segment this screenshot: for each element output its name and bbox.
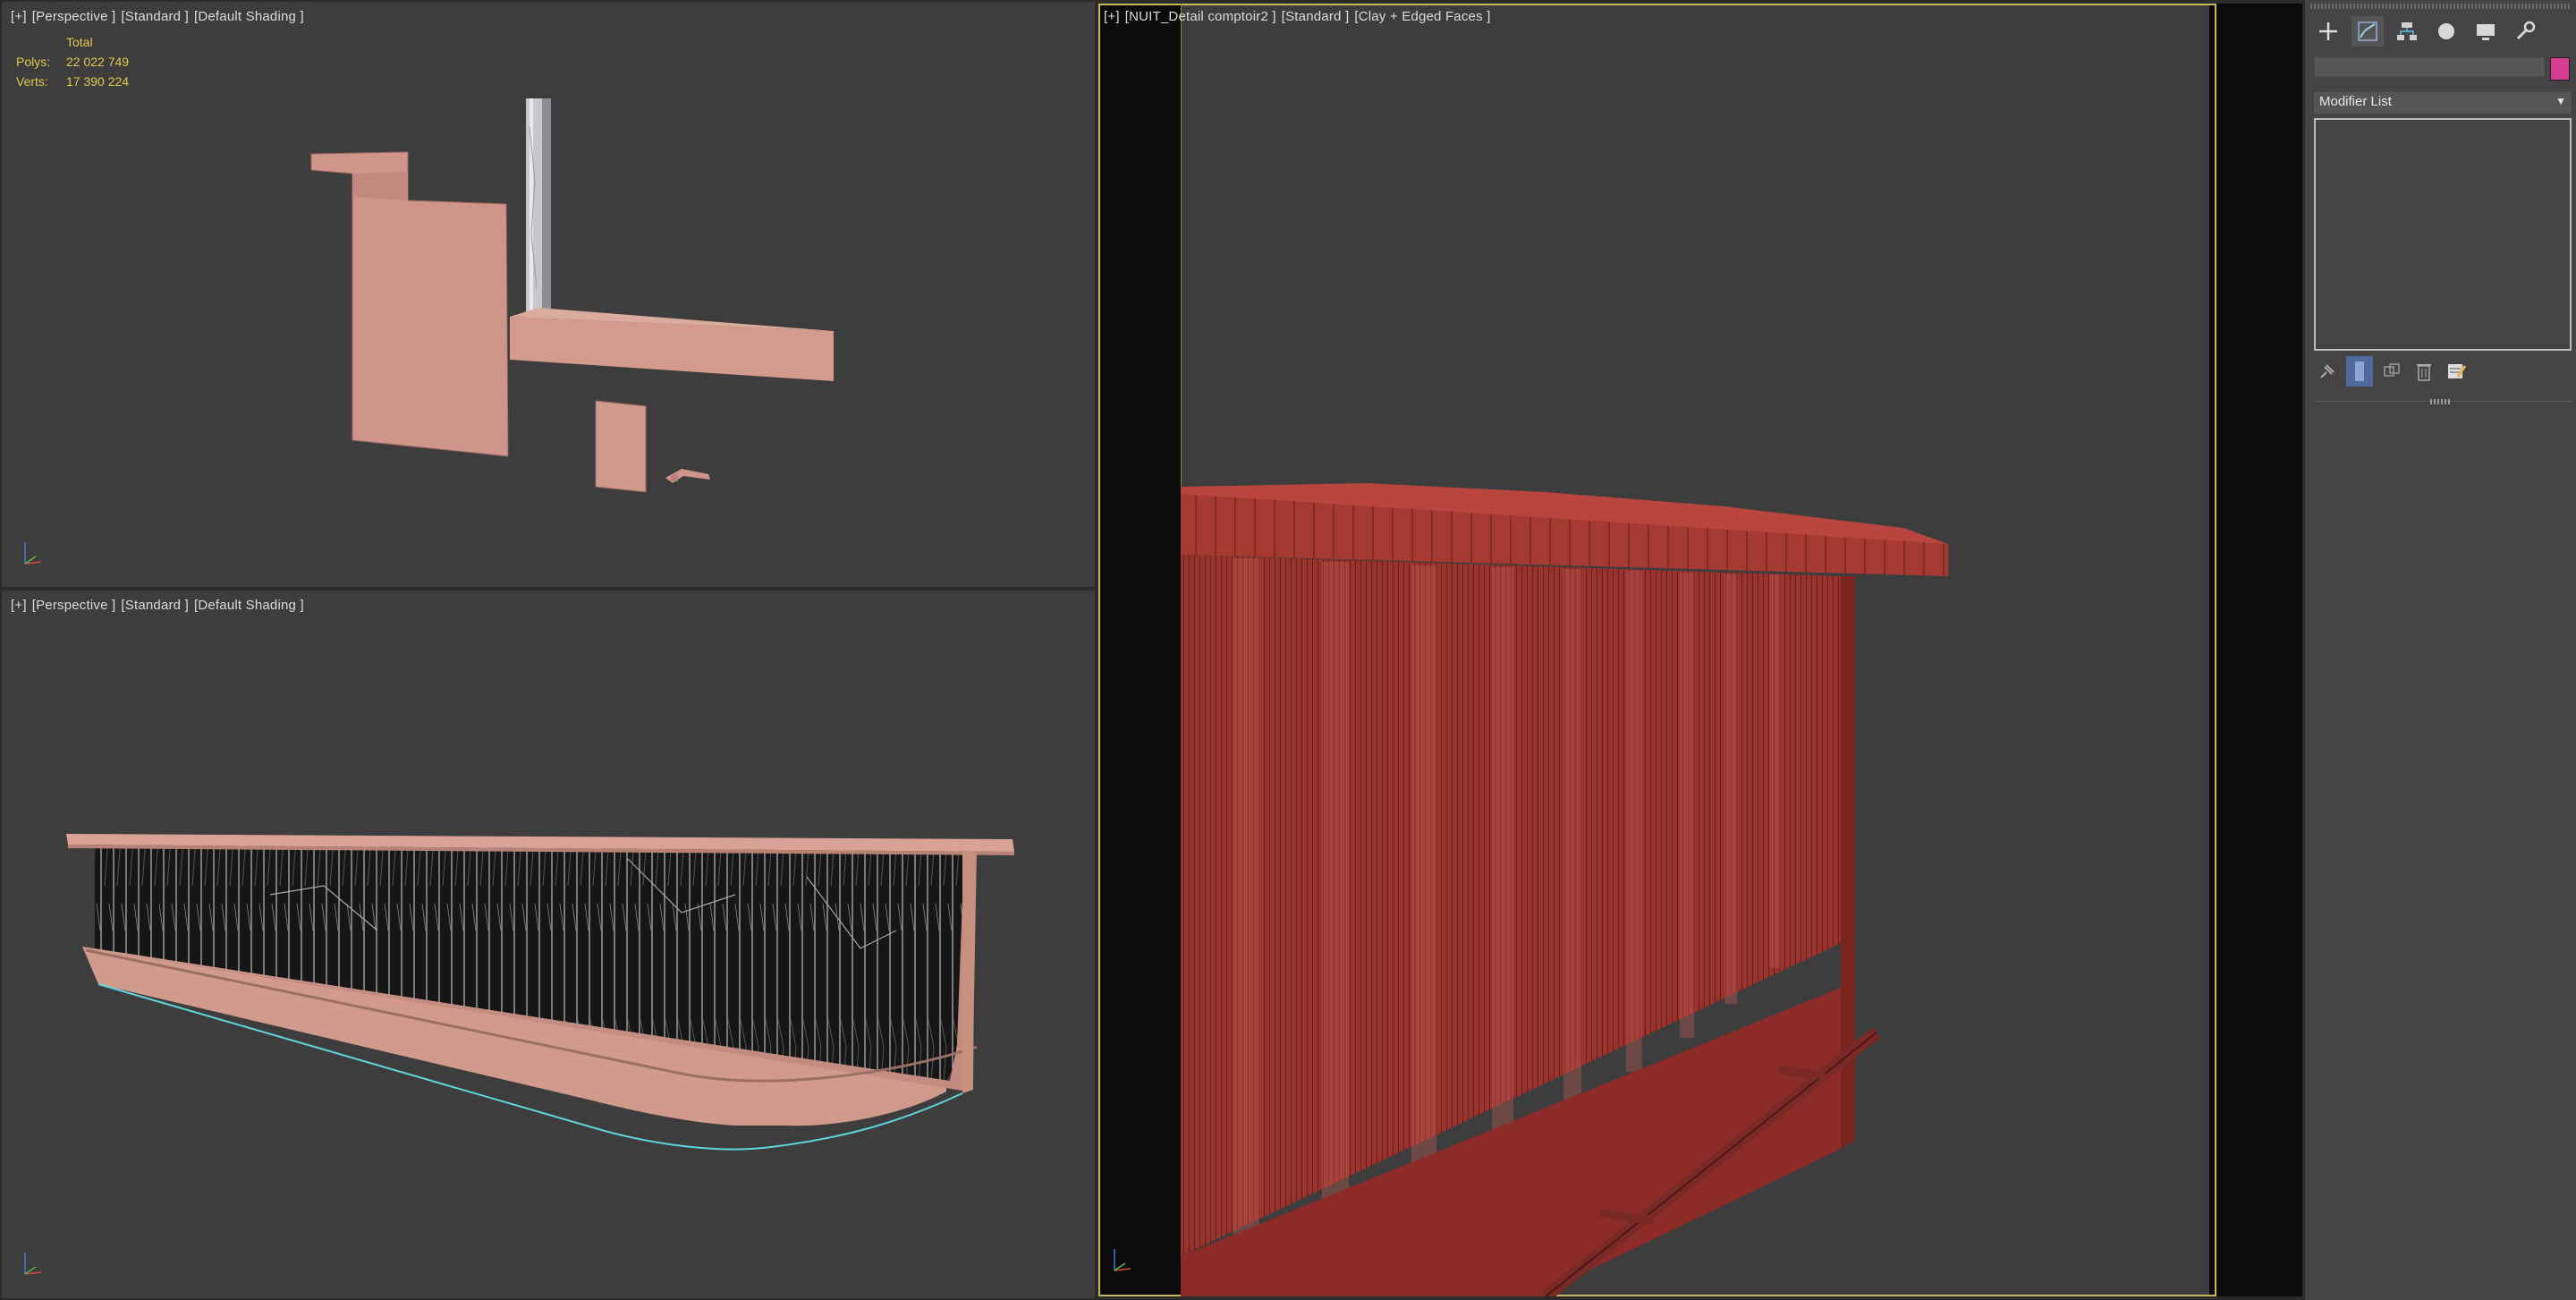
axis-gizmo-icon — [1114, 1249, 1131, 1271]
rollout-resize-grip[interactable] — [2430, 399, 2452, 404]
utilities-tab[interactable] — [2509, 16, 2541, 47]
create-icon — [2319, 22, 2337, 40]
hierarchy-icon — [2397, 22, 2417, 40]
modify-icon — [2358, 21, 2377, 41]
object-name-field[interactable] — [2314, 57, 2545, 77]
modifier-list-label: Modifier List — [2319, 94, 2392, 109]
bar-counter-model[interactable] — [2, 591, 1095, 1298]
display-icon — [2477, 24, 2495, 40]
make-unique-button[interactable] — [2378, 356, 2405, 387]
object-color-swatch[interactable] — [2550, 57, 2570, 81]
remove-modifier-button[interactable] — [2411, 356, 2437, 387]
command-panel: Modifier List ▼ — [2305, 0, 2576, 1300]
display-tab[interactable] — [2470, 16, 2502, 47]
remove-modifier-icon — [2417, 364, 2431, 381]
bar-counter-closeup-wire[interactable] — [1098, 4, 2213, 1296]
modifier-stack-toolbar — [2314, 356, 2470, 387]
pin-stack-icon — [2320, 364, 2334, 378]
panel-grip[interactable] — [2310, 4, 2571, 9]
motion-icon — [2438, 23, 2454, 39]
make-unique-icon — [2384, 363, 2400, 377]
axis-gizmo-icon — [24, 1253, 42, 1275]
modify-tab[interactable] — [2351, 16, 2384, 47]
show-end-result-icon — [2355, 361, 2364, 381]
modifier-list-dropdown[interactable]: Modifier List ▼ — [2314, 92, 2572, 114]
utilities-icon — [2516, 21, 2536, 40]
motion-tab[interactable] — [2430, 16, 2462, 47]
pin-stack-button[interactable] — [2314, 356, 2341, 387]
command-panel-tabs — [2312, 16, 2541, 47]
create-tab[interactable] — [2312, 16, 2344, 47]
viewport-right-active[interactable]: [+] [NUIT_Detail comptoir2 ] [Standard ] [C… — [1098, 4, 2302, 1296]
show-end-result-button[interactable] — [2346, 356, 2373, 387]
modifier-stack[interactable] — [2314, 118, 2572, 351]
configure-sets-icon — [2448, 364, 2467, 378]
viewport-bottom-left[interactable]: [+] [Perspective ] [Standard ] [Default Sha… — [2, 591, 1095, 1298]
viewport-top-left[interactable]: [+] [Perspective ] [Standard ] [Default Sha… — [2, 2, 1095, 587]
hierarchy-tab[interactable] — [2391, 16, 2423, 47]
configure-sets-button[interactable] — [2443, 356, 2470, 387]
chevron-down-icon: ▼ — [2555, 95, 2566, 107]
scene-geometry-parts[interactable] — [2, 2, 1095, 587]
axis-gizmo-icon — [24, 542, 42, 565]
